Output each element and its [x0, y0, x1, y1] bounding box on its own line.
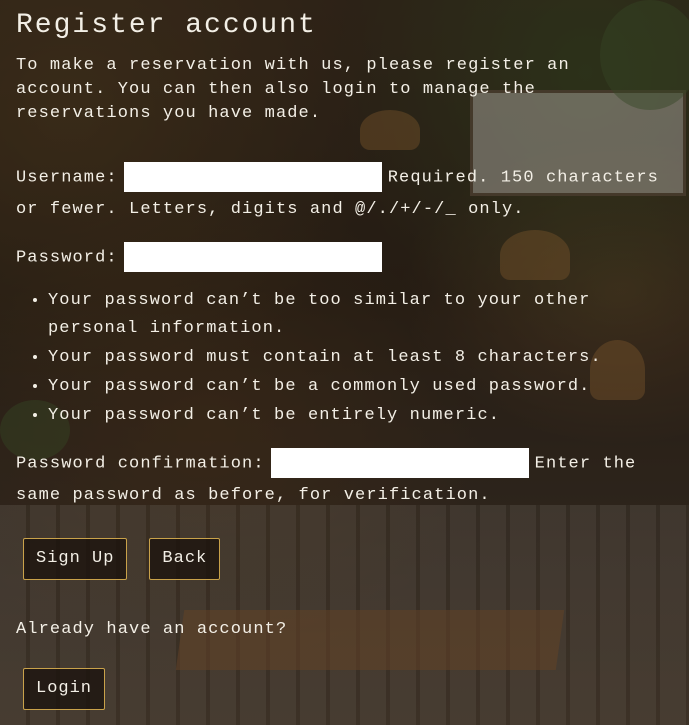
list-item: Your password can’t be a commonly used p… — [48, 373, 681, 401]
password-confirmation-row: Password confirmation: Enter the same pas… — [16, 447, 681, 512]
username-row: Username: Required. 150 characters or few… — [16, 162, 681, 226]
form-actions: Sign Up Back — [23, 538, 681, 581]
password-confirmation-label: Password confirmation: — [16, 454, 265, 474]
password-rules-list: Your password can’t be too similar to yo… — [16, 287, 681, 430]
list-item: Your password can’t be too similar to yo… — [48, 287, 681, 343]
register-content: Register account To make a reservation w… — [16, 6, 681, 711]
list-item: Your password must contain at least 8 ch… — [48, 344, 681, 372]
login-actions: Login — [23, 668, 681, 711]
login-button[interactable]: Login — [23, 668, 106, 711]
password-confirmation-input[interactable] — [270, 447, 529, 478]
password-row: Password: — [16, 242, 681, 274]
list-item: Your password can’t be entirely numeric. — [48, 402, 681, 430]
username-label: Username: — [16, 168, 118, 188]
login-prompt: Already have an account? — [16, 620, 288, 640]
sign-up-button[interactable]: Sign Up — [23, 538, 128, 581]
page-title: Register account — [16, 10, 317, 41]
intro-text: To make a reservation with us, please re… — [16, 56, 570, 123]
back-button[interactable]: Back — [149, 538, 221, 581]
password-label: Password: — [16, 248, 118, 268]
password-input[interactable] — [123, 242, 382, 273]
username-input[interactable] — [123, 162, 382, 192]
